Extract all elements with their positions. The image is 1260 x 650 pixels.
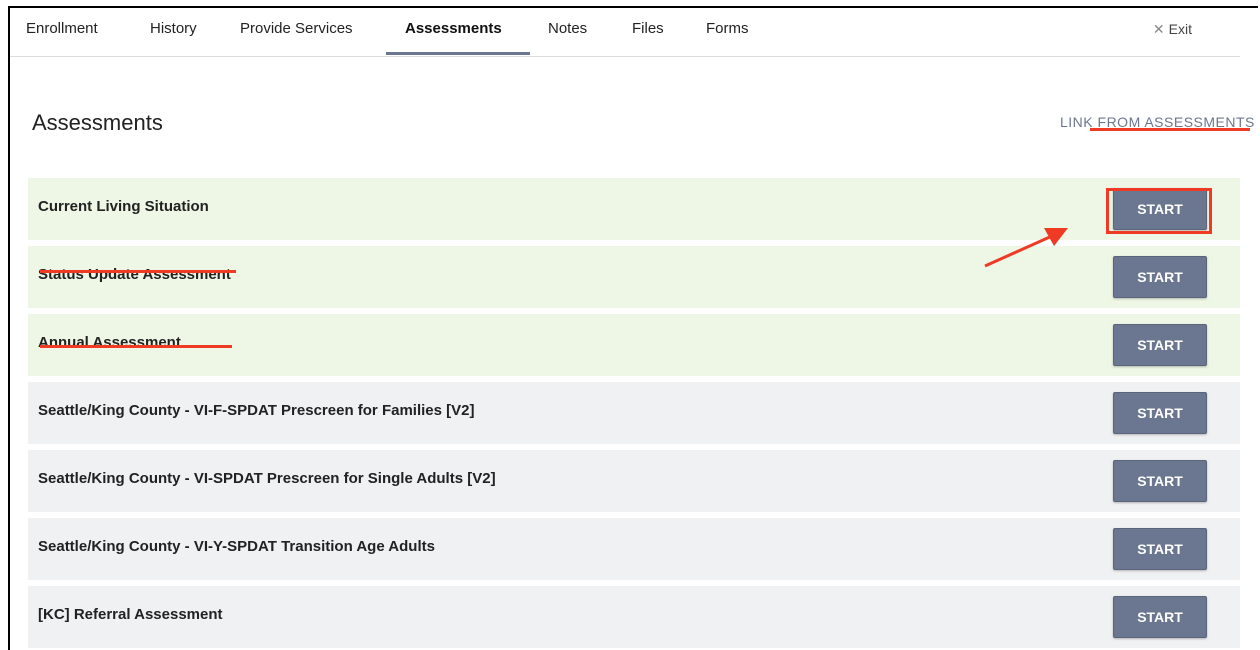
assessments-panel: Enrollment History Provide Services Asse… bbox=[8, 6, 1258, 650]
annotation-arrow-icon bbox=[984, 228, 1068, 268]
